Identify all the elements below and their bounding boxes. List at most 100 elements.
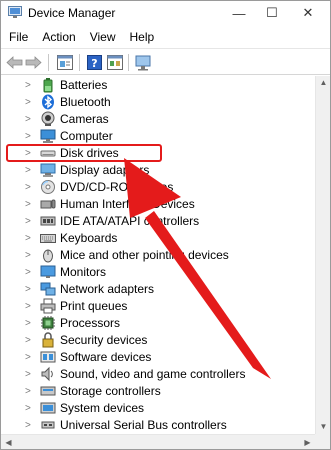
tree-item-batteries[interactable]: > Batteries — [1, 77, 315, 94]
expand-chevron-icon[interactable]: > — [25, 417, 35, 434]
device-manager-icon — [8, 6, 22, 18]
tree-item-label: Cameras — [60, 112, 109, 126]
maximize-button[interactable]: ☐ — [256, 1, 288, 25]
ide-controller-icon — [40, 216, 56, 226]
menu-view[interactable]: View — [83, 27, 123, 47]
tree-item-cameras[interactable]: > Cameras — [1, 111, 315, 128]
expand-chevron-icon[interactable]: > — [25, 196, 35, 213]
properties-button[interactable] — [56, 54, 73, 71]
toolbar: ? — [1, 48, 330, 75]
tree-item-network-adapters[interactable]: > Network adapters — [1, 281, 315, 298]
scan-hardware-button[interactable] — [135, 54, 152, 71]
expand-chevron-icon[interactable]: > — [25, 213, 35, 230]
tree-item-label: Human Interface Devices — [60, 197, 195, 211]
tree-item-print-queues[interactable]: > Print queues — [1, 298, 315, 315]
scroll-right-icon[interactable]: ▶ — [300, 435, 315, 450]
processor-icon — [41, 316, 55, 330]
network-adapter-icon — [40, 282, 56, 296]
tree-item-universal-serial-bus-controllers[interactable]: > Universal Serial Bus controllers — [1, 417, 315, 434]
expand-chevron-icon[interactable]: > — [25, 264, 35, 281]
back-arrow-icon — [6, 56, 23, 69]
tree-item-monitors[interactable]: > Monitors — [1, 264, 315, 281]
tree-item-label: DVD/CD-ROM drives — [60, 180, 174, 194]
computer-icon — [40, 129, 56, 143]
tree-item-label: Network adapters — [60, 282, 155, 296]
menu-bar: File Action View Help — [1, 27, 330, 47]
expand-chevron-icon[interactable]: > — [25, 366, 35, 383]
forward-arrow-icon — [25, 56, 42, 69]
scroll-up-icon[interactable]: ▲ — [316, 76, 331, 90]
forward-button[interactable] — [25, 54, 42, 71]
expand-chevron-icon[interactable]: > — [25, 281, 35, 298]
device-tree[interactable]: > Batteries > Bluetooth > Cameras > Comp… — [1, 76, 315, 434]
properties-icon — [56, 55, 73, 70]
tree-item-keyboards[interactable]: > Keyboards — [1, 230, 315, 247]
toolbar-separator — [48, 54, 49, 71]
horizontal-scrollbar[interactable]: ◀ ▶ — [1, 434, 315, 449]
help-icon: ? — [87, 55, 102, 70]
minimize-button[interactable]: — — [223, 1, 255, 25]
tree-item-display-adapters[interactable]: > Display adapters — [1, 162, 315, 179]
menu-file[interactable]: File — [1, 27, 35, 47]
tree-item-software-devices[interactable]: > Software devices — [1, 349, 315, 366]
expand-chevron-icon[interactable]: > — [25, 179, 35, 196]
back-button[interactable] — [6, 54, 23, 71]
tree-item-bluetooth[interactable]: > Bluetooth — [1, 94, 315, 111]
close-button[interactable]: ✕ — [292, 1, 324, 25]
tree-item-label: IDE ATA/ATAPI controllers — [60, 214, 200, 228]
tree-item-label: Software devices — [60, 350, 152, 364]
bluetooth-icon — [42, 94, 54, 110]
tree-item-computer[interactable]: > Computer — [1, 128, 315, 145]
tree-item-label: Bluetooth — [60, 95, 111, 109]
vertical-scrollbar[interactable]: ▲ ▼ — [315, 76, 330, 434]
expand-chevron-icon[interactable]: > — [25, 383, 35, 400]
tree-item-security-devices[interactable]: > Security devices — [1, 332, 315, 349]
tree-item-label: Mice and other pointing devices — [60, 248, 229, 262]
menu-action[interactable]: Action — [35, 27, 82, 47]
expand-chevron-icon[interactable]: > — [25, 94, 35, 111]
tree-item-label: Universal Serial Bus controllers — [60, 418, 227, 432]
software-device-icon — [40, 351, 56, 363]
tree-item-label: Keyboards — [60, 231, 118, 245]
tree-item-system-devices[interactable]: > System devices — [1, 400, 315, 417]
scroll-down-icon[interactable]: ▼ — [316, 420, 331, 434]
tree-item-mice-and-other-pointing-devices[interactable]: > Mice and other pointing devices — [1, 247, 315, 264]
scroll-left-icon[interactable]: ◀ — [1, 435, 16, 450]
update-driver-button[interactable] — [106, 54, 123, 71]
menu-help[interactable]: Help — [123, 27, 162, 47]
tree-item-ide-ata-atapi-controllers[interactable]: > IDE ATA/ATAPI controllers — [1, 213, 315, 230]
svg-text:?: ? — [91, 57, 97, 70]
tree-item-storage-controllers[interactable]: > Storage controllers — [1, 383, 315, 400]
expand-chevron-icon[interactable]: > — [25, 298, 35, 315]
expand-chevron-icon[interactable]: > — [25, 128, 35, 145]
tree-item-sound-video-and-game-controllers[interactable]: > Sound, video and game controllers — [1, 366, 315, 383]
system-device-icon — [40, 402, 56, 414]
tree-item-dvd-cd-rom-drives[interactable]: > DVD/CD-ROM drives — [1, 179, 315, 196]
tree-item-label: Sound, video and game controllers — [60, 367, 246, 381]
keyboard-icon — [40, 234, 56, 243]
tree-item-label: Batteries — [60, 78, 108, 92]
expand-chevron-icon[interactable]: > — [25, 162, 35, 179]
mouse-icon — [43, 249, 53, 263]
help-button[interactable]: ? — [86, 54, 103, 71]
tree-item-human-interface-devices[interactable]: > Human Interface Devices — [1, 196, 315, 213]
tree-item-processors[interactable]: > Processors — [1, 315, 315, 332]
tree-item-label: Print queues — [60, 299, 128, 313]
expand-chevron-icon[interactable]: > — [25, 230, 35, 247]
usb-icon — [41, 421, 55, 429]
tree-item-label: Computer — [60, 129, 113, 143]
expand-chevron-icon[interactable]: > — [25, 315, 35, 332]
tree-item-label: Monitors — [60, 265, 107, 279]
security-device-icon — [42, 332, 54, 348]
expand-chevron-icon[interactable]: > — [25, 349, 35, 366]
dvd-drive-icon — [41, 180, 55, 194]
expand-chevron-icon[interactable]: > — [25, 111, 35, 128]
device-manager-window: Device Manager — ☐ ✕ File Action View He… — [0, 0, 331, 450]
battery-icon — [43, 78, 53, 93]
expand-chevron-icon[interactable]: > — [25, 400, 35, 417]
scrollbar-corner — [315, 434, 330, 449]
expand-chevron-icon[interactable]: > — [25, 247, 35, 264]
expand-chevron-icon[interactable]: > — [25, 77, 35, 94]
title-bar[interactable]: Device Manager — ☐ ✕ — [1, 1, 330, 25]
expand-chevron-icon[interactable]: > — [25, 332, 35, 349]
